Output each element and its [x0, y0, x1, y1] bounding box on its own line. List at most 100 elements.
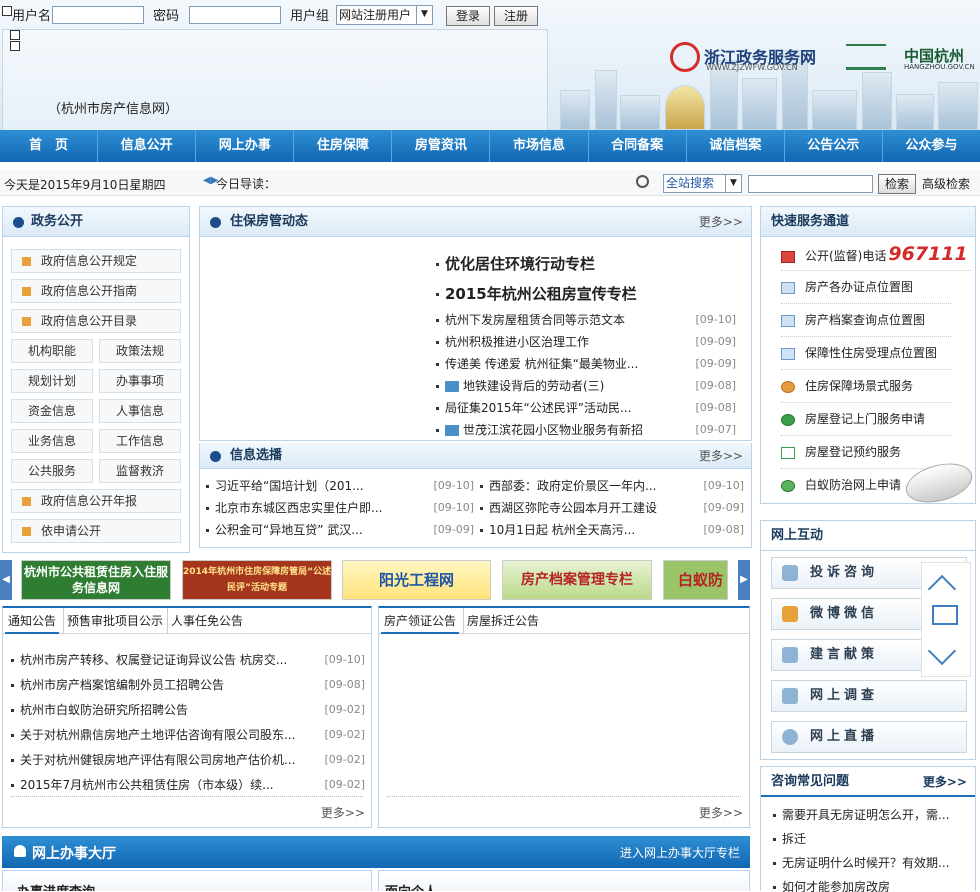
search-scope-select[interactable]: 全站搜索 ▼ [663, 174, 742, 193]
tab-certificate[interactable]: 房产领证公告 [381, 608, 460, 634]
news-item[interactable]: 局征集2015年“公述民评”活动民... [09-08] [436, 397, 736, 419]
chevron-down-icon[interactable] [927, 636, 957, 666]
faq-item[interactable]: 需要开具无房证明怎么开，需... [773, 803, 949, 827]
gov-item-guide[interactable]: 政府信息公开指南 [11, 279, 181, 303]
faq-item[interactable]: 无房证明什么时候开？有效期... [773, 851, 949, 875]
quick-service-title: 快速服务通道 [761, 207, 975, 237]
interact-item-label: 建言献策 [810, 647, 879, 662]
notice-item[interactable]: 杭州市房产档案馆编制外员工招聘公告 [09-08] [11, 673, 365, 697]
tab-personnel[interactable]: 人事任免公告 [167, 608, 246, 634]
faq-item[interactable]: 如何才能参加房改房 [773, 875, 890, 892]
news-item[interactable]: 世茂江滨花园小区物业服务有新招 [09-07] [436, 419, 736, 441]
cert-more-link[interactable]: 更多>> [699, 804, 743, 821]
nav-home[interactable]: 首 页 [0, 130, 99, 162]
news-photo [210, 247, 425, 432]
live-button[interactable]: 网上直播 [771, 721, 967, 753]
nav-contract[interactable]: 合同备案 [589, 130, 687, 162]
quick-item[interactable]: 房屋登记预约服务 [781, 436, 951, 469]
select-item-date: [09-09] [433, 523, 474, 536]
select-item[interactable]: 西湖区弥陀寺公园本月开工建设 [09-09] [480, 497, 744, 519]
register-button[interactable]: 注册 [494, 6, 538, 26]
select-item[interactable]: 西部委：政府定价景区一年内... [09-10] [480, 475, 744, 497]
nav-info-public[interactable]: 信息公开 [98, 130, 197, 162]
banner-archive[interactable]: 房产档案管理专栏 [502, 560, 652, 600]
search-button[interactable]: 检索 [878, 174, 916, 194]
news-item[interactable]: 传递美 传递爱 杭州征集“最美物业... [09-09] [436, 353, 736, 375]
nav-housing-security[interactable]: 住房保障 [294, 130, 393, 162]
news-item[interactable]: 杭州积极推进小区治理工作 [09-09] [436, 331, 736, 353]
chevron-up-icon[interactable] [927, 574, 957, 604]
gov-grid-item[interactable]: 公共服务 [11, 459, 93, 483]
skyline-decoration [560, 90, 590, 130]
banner-termite[interactable]: 白蚁防 [663, 560, 728, 600]
pie-icon [13, 217, 24, 228]
bullet-icon [11, 759, 14, 762]
select-item[interactable]: 10月1日起 杭州全天高污... [09-08] [480, 519, 744, 541]
gov-grid-item[interactable]: 办事事项 [99, 369, 181, 393]
banner-public-rental[interactable]: 杭州市公共租赁住房入住服务信息网 [21, 560, 171, 600]
gov-grid-item[interactable]: 机构职能 [11, 339, 93, 363]
banner-sunshine[interactable]: 阳光工程网 [342, 560, 491, 600]
gov-item-rules[interactable]: 政府信息公开规定 [11, 249, 181, 273]
faq-more-link[interactable]: 更多>> [923, 767, 967, 797]
bullet-icon [436, 319, 439, 322]
quick-item[interactable]: 住房保障场景式服务 [781, 370, 951, 403]
featured-link[interactable]: 优化居住环境行动专栏 [436, 253, 595, 274]
bullet-icon [206, 507, 209, 510]
gov-item-annual[interactable]: 政府信息公开年报 [11, 489, 181, 513]
gov-grid-item[interactable]: 监督救济 [99, 459, 181, 483]
faq-item[interactable]: 拆迁 [773, 827, 806, 851]
login-button[interactable]: 登录 [446, 6, 490, 26]
select-item[interactable]: 习近平给“国培计划（201... [09-10] [206, 475, 474, 497]
scroll-right-icon[interactable]: ▶ [738, 560, 750, 600]
gov-item-catalog[interactable]: 政府信息公开目录 [11, 309, 181, 333]
gov-grid-item[interactable]: 规划计划 [11, 369, 93, 393]
password-input[interactable] [189, 6, 281, 24]
gov-grid-item[interactable]: 政策法规 [99, 339, 181, 363]
news-item[interactable]: 地铁建设背后的劳动者(三) [09-08] [436, 375, 736, 397]
gov-grid-item[interactable]: 人事信息 [99, 399, 181, 423]
nav-credit[interactable]: 诚信档案 [687, 130, 785, 162]
scroll-left-icon[interactable]: ◀ [0, 560, 12, 600]
gov-grid-item[interactable]: 业务信息 [11, 429, 93, 453]
group-select[interactable]: 网站注册用户 ▼ [336, 5, 433, 25]
news-more-link[interactable]: 更多>> [699, 207, 743, 237]
nav-market[interactable]: 市场信息 [490, 130, 589, 162]
select-item[interactable]: 北京市东城区西忠实里住户即... [09-10] [206, 497, 474, 519]
advanced-search-link[interactable]: 高级检索 [922, 175, 970, 192]
username-input[interactable] [52, 6, 144, 24]
nav-online-service[interactable]: 网上办事 [196, 130, 295, 162]
gov-grid-item[interactable]: 工作信息 [99, 429, 181, 453]
search-input[interactable] [748, 175, 873, 193]
news-item[interactable]: 杭州下发房屋租赁合同等示范文本 [09-10] [436, 309, 736, 331]
select-more-link[interactable]: 更多>> [699, 443, 743, 469]
quick-item[interactable]: 房产档案查询点位置图 [781, 304, 951, 337]
nav-notice[interactable]: 公告公示 [785, 130, 883, 162]
tab-presale[interactable]: 预售审批项目公示 [63, 608, 166, 634]
quick-item[interactable]: 保障性住房受理点位置图 [781, 337, 951, 370]
notice-item[interactable]: 2015年7月杭州市公共租赁住房（市本级）续... [09-02] [11, 773, 365, 797]
notice-item[interactable]: 杭州市白蚁防治研究所招聘公告 [09-02] [11, 698, 365, 722]
notice-item[interactable]: 杭州市房产转移、权属登记证询异议公告 杭房交... [09-10] [11, 648, 365, 672]
quick-service-panel: 快速服务通道 公开(监督)电话 967111 房产各办证点位置图 房产档案查询点位… [760, 206, 977, 510]
bullet-icon [11, 734, 14, 737]
message-icon[interactable] [932, 605, 958, 625]
tab-notice[interactable]: 通知公告 [5, 608, 60, 634]
nav-participation[interactable]: 公众参与 [883, 130, 980, 162]
gov-item-request[interactable]: 依申请公开 [11, 519, 181, 543]
quick-item[interactable]: 房产各办证点位置图 [781, 271, 951, 304]
tab-demolition[interactable]: 房屋拆迁公告 [463, 608, 542, 634]
survey-button[interactable]: 网上调查 [771, 680, 967, 712]
news-item-date: [09-10] [695, 313, 736, 326]
nav-news[interactable]: 房管资讯 [392, 130, 491, 162]
quick-item[interactable]: 房屋登记上门服务申请 [781, 403, 951, 436]
notice-item[interactable]: 关于对杭州健银房地产评估有限公司房地产估价机... [09-02] [11, 748, 365, 772]
featured-link[interactable]: 2015年杭州公租房宣传专栏 [436, 283, 637, 304]
banner-evaluation[interactable]: 2014年杭州市住房保障房管局“公述民评”活动专题 [182, 560, 332, 600]
select-item[interactable]: 公积金可“异地互贷” 武汉... [09-09] [206, 519, 474, 541]
weibo-icon [782, 605, 798, 622]
notice-item[interactable]: 关于对杭州鼎信房地产土地评估咨询有限公司股东... [09-02] [11, 723, 365, 747]
gov-grid-item[interactable]: 资金信息 [11, 399, 93, 423]
notice-more-link[interactable]: 更多>> [321, 804, 365, 821]
online-hall-link[interactable]: 进入网上办事大厅专栏 [620, 844, 740, 861]
